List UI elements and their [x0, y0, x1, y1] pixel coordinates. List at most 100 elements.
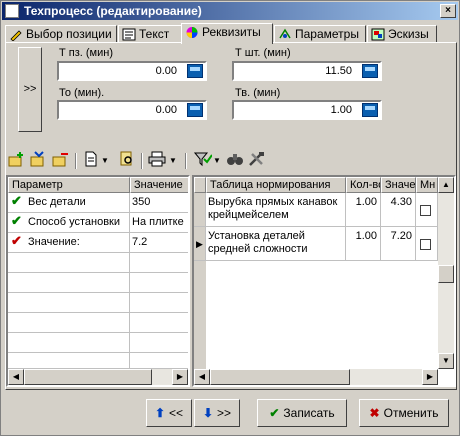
toolbar-separator: [75, 153, 77, 169]
norm-vertical-scrollbar[interactable]: ▲ ▼: [438, 177, 454, 369]
window-title: Техпроцесс (редактирование): [24, 4, 202, 18]
param-name: Вес детали: [28, 196, 86, 208]
check-icon: ✔: [269, 406, 280, 420]
tab-sketches[interactable]: Эскизы: [367, 25, 437, 43]
param-value-cell[interactable]: 7.2: [130, 233, 188, 253]
to-field[interactable]: 0.00: [57, 100, 207, 120]
param-name-cell: ✔ Вес детали: [8, 193, 130, 213]
toolbar-separator: [141, 153, 143, 169]
search-document-icon[interactable]: [117, 151, 137, 171]
norm-value-cell[interactable]: 4.30: [381, 193, 416, 227]
add-row-icon[interactable]: [7, 151, 27, 171]
params-header-param[interactable]: Параметр: [8, 177, 130, 193]
tpz-value: 0.00: [155, 65, 177, 77]
norm-qty-cell[interactable]: 1.00: [346, 193, 381, 227]
scroll-right-icon[interactable]: ▶: [422, 369, 438, 385]
check-icon: ✔: [11, 213, 22, 228]
filter-icon[interactable]: [193, 151, 213, 171]
delete-row-icon[interactable]: [51, 151, 71, 171]
document-icon[interactable]: [81, 151, 101, 171]
insert-row-icon[interactable]: [29, 151, 49, 171]
norm-name-line2: крейцмейселем: [208, 209, 289, 221]
param-value-cell[interactable]: На плитке: [130, 213, 188, 233]
norm-header-mn[interactable]: Мн: [416, 177, 438, 193]
tv-label: Тв. (мин): [235, 87, 281, 99]
tsht-value: 11.50: [325, 65, 352, 77]
tab-label: Реквизиты: [202, 25, 261, 39]
norm-name-line2: средней сложности: [208, 243, 308, 255]
scroll-thumb[interactable]: [438, 265, 454, 283]
binoculars-icon[interactable]: [225, 151, 245, 171]
norm-value-cell[interactable]: 7.20: [381, 227, 416, 261]
params-header-value[interactable]: Значение: [130, 177, 188, 193]
scroll-thumb[interactable]: [210, 369, 350, 385]
param-name-cell: ✔ Способ установки: [8, 213, 130, 233]
multiplier-checkbox[interactable]: [420, 239, 431, 250]
tools-icon[interactable]: [247, 151, 267, 171]
norm-header-name[interactable]: Таблица нормирования: [206, 177, 346, 193]
chevron-down-icon[interactable]: ▼: [213, 151, 221, 171]
calculator-icon[interactable]: [362, 64, 378, 78]
title-bar[interactable]: Техпроцесс (редактирование) ×: [2, 2, 458, 20]
tab-label: Параметры: [295, 27, 359, 41]
tab-requisites[interactable]: Реквизиты: [181, 23, 273, 44]
tab-text[interactable]: Текст: [118, 25, 182, 43]
scroll-down-icon[interactable]: ▼: [438, 353, 454, 369]
tab-label: Эскизы: [388, 27, 429, 41]
to-label: То (мин).: [59, 87, 105, 99]
norm-header-value[interactable]: Значение: [381, 177, 416, 193]
norm-name-cell[interactable]: Вырубка прямых канавок крейцмейселем: [206, 193, 346, 227]
tab-position-select[interactable]: Выбор позиции: [5, 25, 117, 43]
to-value: 0.00: [155, 104, 177, 116]
next-label: >>: [217, 406, 232, 420]
pencil-icon: [10, 30, 22, 41]
tv-value: 1.00: [330, 104, 352, 116]
save-button[interactable]: ✔ Записать: [257, 399, 347, 427]
params-grid: Параметр Значение ✔ Вес детали 350 ✔ Спо…: [6, 175, 190, 387]
editor-window: Техпроцесс (редактирование) × Выбор пози…: [0, 0, 460, 436]
params-horizontal-scrollbar[interactable]: ◀ ▶: [8, 369, 188, 385]
tab-label: Выбор позиции: [26, 27, 112, 41]
scroll-up-icon[interactable]: ▲: [438, 177, 454, 193]
norm-qty-cell[interactable]: 1.00: [346, 227, 381, 261]
cancel-button[interactable]: ✖ Отменить: [359, 399, 449, 427]
printer-icon[interactable]: [147, 151, 167, 171]
scroll-left-icon[interactable]: ◀: [8, 369, 24, 385]
tsht-field[interactable]: 11.50: [232, 61, 382, 81]
tab-label: Текст: [139, 27, 170, 41]
calculator-icon[interactable]: [187, 103, 203, 117]
param-value-cell[interactable]: 350: [130, 193, 188, 213]
tpz-field[interactable]: 0.00: [57, 61, 207, 81]
tab-parameters[interactable]: Параметры: [274, 25, 366, 43]
previous-label: <<: [169, 406, 184, 420]
norm-name-cell[interactable]: Установка деталей средней сложности: [206, 227, 346, 261]
tsht-label: Т шт. (мин): [235, 47, 291, 59]
color-wheel-icon: [186, 27, 198, 38]
next-button[interactable]: ⬇ >>: [194, 399, 240, 427]
tpz-label: Т пз. (мин): [59, 47, 113, 59]
check-icon: ✔: [11, 233, 22, 248]
chevron-down-icon[interactable]: ▼: [169, 151, 177, 171]
norm-header-qty[interactable]: Кол-во: [346, 177, 381, 193]
scroll-right-icon[interactable]: ▶: [172, 369, 188, 385]
scroll-left-icon[interactable]: ◀: [194, 369, 210, 385]
toolbar: ▼ ▼ ▼: [7, 151, 455, 173]
previous-button[interactable]: ⬆ <<: [146, 399, 192, 427]
arrow-down-icon: ⬇: [202, 406, 214, 420]
save-label: Записать: [283, 406, 335, 420]
multiplier-checkbox[interactable]: [420, 205, 431, 216]
tv-field[interactable]: 1.00: [232, 100, 382, 120]
expand-toggle-button[interactable]: >>: [18, 47, 42, 132]
calculator-icon[interactable]: [362, 103, 378, 117]
tab-strip: Выбор позиции Текст Реквизиты Параметры …: [5, 23, 457, 44]
scroll-thumb[interactable]: [24, 369, 152, 385]
row-indicator-header: [194, 177, 206, 193]
norm-horizontal-scrollbar[interactable]: ◀ ▶: [194, 369, 438, 385]
param-name: Значение:: [28, 236, 80, 248]
calculator-icon[interactable]: [187, 64, 203, 78]
param-name-cell: ✔ Значение:: [8, 233, 130, 253]
param-name: Способ установки: [28, 216, 121, 228]
arrow-up-icon: ⬆: [154, 406, 166, 420]
chevron-down-icon[interactable]: ▼: [101, 151, 109, 171]
close-button[interactable]: ×: [440, 4, 456, 18]
